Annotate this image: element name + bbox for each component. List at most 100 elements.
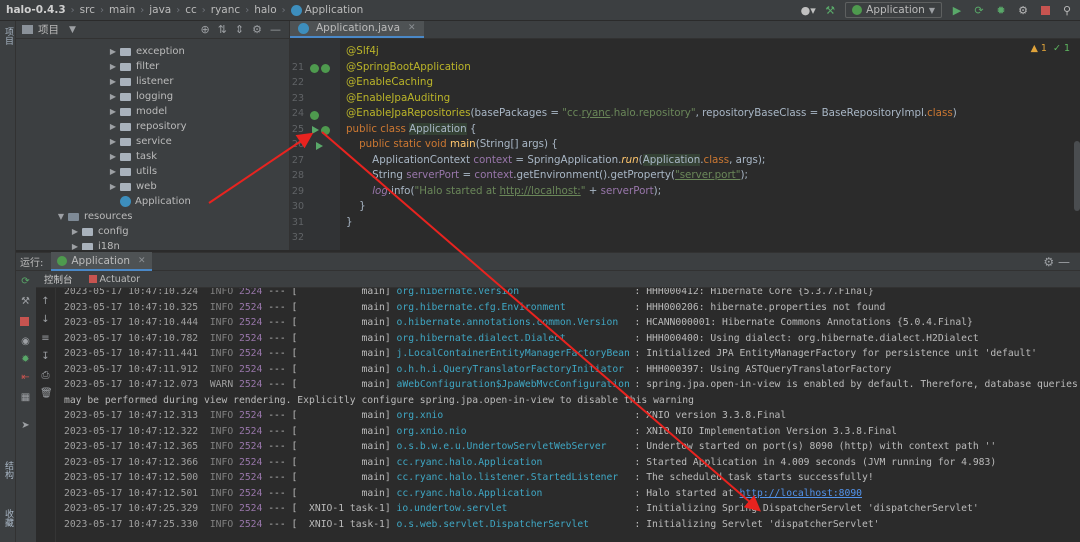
code-line: public class Application {	[346, 122, 477, 135]
scroll-to-end-icon[interactable]: ↧	[40, 351, 51, 362]
log-separator: ---	[268, 518, 286, 530]
log-level: INFO	[209, 487, 234, 499]
run-tab-application[interactable]: Application ✕	[51, 252, 152, 271]
tree-item[interactable]: ▶ listener	[16, 74, 174, 89]
camera-icon[interactable]: ◉	[20, 337, 31, 347]
chevron-right-icon[interactable]: ▶	[108, 122, 118, 131]
chevron-down-icon[interactable]: ▼	[69, 25, 76, 35]
breadcrumb-item[interactable]: ryanc	[211, 4, 240, 16]
run-icon[interactable]: ▶	[950, 3, 964, 17]
gear-icon[interactable]: ⚙ —	[1043, 255, 1070, 269]
close-icon[interactable]: ✕	[408, 23, 416, 33]
minimize-icon[interactable]: —	[270, 23, 281, 36]
search-icon[interactable]: ⚲	[1060, 3, 1074, 17]
inspection-widget[interactable]: ▲ 1 ✓ 1	[1031, 43, 1070, 54]
chevron-right-icon[interactable]: ▶	[108, 167, 118, 176]
arrow-up-icon[interactable]: ↑	[40, 296, 51, 307]
editor-scrollbar[interactable]	[1074, 141, 1080, 211]
console-line: 2023-05-17 10:47:12.366 INFO 2524 --- [ …	[64, 457, 996, 473]
chevron-right-icon[interactable]: ▶	[108, 77, 118, 86]
tree-item[interactable]: ▶ task	[16, 149, 157, 164]
arrow-down-icon[interactable]: ↓	[40, 314, 51, 325]
run-gutter-icon[interactable]	[312, 126, 319, 134]
rerun-icon[interactable]: ⟳	[972, 3, 986, 17]
chevron-right-icon[interactable]: ▶	[70, 242, 80, 250]
tab-application-java[interactable]: Application.java ✕	[290, 21, 424, 38]
log-thread: [ main]	[291, 472, 391, 483]
print-icon[interactable]: ⎙	[40, 370, 51, 381]
breadcrumb-item[interactable]: halo-0.4.3	[6, 4, 66, 16]
gear-icon[interactable]: ⚙	[252, 23, 262, 36]
console-output[interactable]: 2023-05-17 10:47:10.324 INFO 2524 --- [ …	[56, 288, 1080, 542]
breadcrumb-item[interactable]: cc	[185, 4, 197, 16]
tree-item[interactable]: ▶ utils	[16, 164, 157, 179]
run-configuration-select[interactable]: Application ▼	[845, 2, 942, 18]
tree-item[interactable]: ▶ config	[16, 224, 129, 239]
spring-bean-icon[interactable]	[321, 126, 330, 135]
line-number: 27	[291, 154, 304, 166]
breadcrumb-item[interactable]: halo	[254, 4, 276, 16]
tree-item[interactable]: ▶ service	[16, 134, 172, 149]
breadcrumb-item[interactable]: src	[80, 4, 95, 16]
chevron-right-icon[interactable]: ▶	[108, 152, 118, 161]
tree-item[interactable]: ▼ resources	[16, 209, 133, 224]
exit-icon[interactable]: ⇤	[20, 373, 31, 383]
tree-item[interactable]: ▶ web	[16, 179, 157, 194]
log-message: : HHH000412: Hibernate Core {5.3.7.Final…	[634, 288, 874, 297]
chevron-right-icon[interactable]: ▶	[108, 62, 118, 71]
tree-item[interactable]: ▶ repository	[16, 119, 187, 134]
project-panel-title[interactable]: 项目	[38, 22, 59, 37]
run-gutter-icon[interactable]	[316, 142, 323, 150]
chevron-right-icon[interactable]: ▶	[70, 227, 80, 236]
stop-icon[interactable]	[20, 317, 31, 327]
structure-tool-tab[interactable]: 结构	[1, 461, 15, 479]
build-hammer-icon[interactable]: ⚒	[823, 3, 837, 17]
stop-icon[interactable]	[1038, 3, 1052, 17]
coverage-icon[interactable]: ⚙	[1016, 3, 1030, 17]
spring-bean-icon[interactable]	[310, 111, 319, 120]
collapse-icon[interactable]: ⇅	[218, 23, 227, 36]
chevron-down-icon[interactable]: ▼	[56, 212, 66, 221]
code-line: @SpringBootApplication	[346, 60, 471, 73]
pin-icon[interactable]: ➤	[20, 421, 31, 431]
layout-icon[interactable]: ▦	[20, 393, 31, 403]
log-separator: ---	[268, 317, 286, 328]
tree-item[interactable]: ▶ i18n	[16, 239, 120, 250]
log-pid: 2524	[239, 441, 263, 452]
tree-item[interactable]: ▶ exception	[16, 44, 185, 59]
soft-wrap-icon[interactable]: ≡	[40, 333, 51, 344]
wrench-icon[interactable]: ⚒	[20, 297, 31, 307]
folder-icon	[120, 77, 131, 86]
chevron-right-icon[interactable]: ▶	[108, 182, 118, 191]
debug-icon[interactable]: ✹	[20, 355, 31, 365]
expand-icon[interactable]: ⇕	[235, 23, 244, 36]
chevron-right-icon[interactable]: ▶	[108, 107, 118, 116]
breadcrumb-item[interactable]: Application	[305, 4, 364, 16]
code-line: String serverPort = context.getEnvironme…	[346, 169, 748, 181]
tab-console[interactable]: 控制台	[44, 272, 73, 286]
chevron-right-icon[interactable]: ▶	[108, 137, 118, 146]
tree-item[interactable]: ▶ logging	[16, 89, 173, 104]
close-icon[interactable]: ✕	[138, 256, 146, 266]
console-line: 2023-05-17 10:47:25.330 INFO 2524 --- [ …	[64, 519, 880, 535]
tab-actuator[interactable]: Actuator	[88, 274, 140, 285]
chevron-right-icon[interactable]: ▶	[108, 92, 118, 101]
spring-bean-icon[interactable]	[310, 64, 319, 73]
log-logger: cc.ryanc.halo.Application	[396, 487, 543, 499]
chevron-right-icon[interactable]: ▶	[108, 47, 118, 56]
tree-item[interactable]: Application	[16, 194, 191, 209]
debug-icon[interactable]: ✹	[994, 3, 1008, 17]
favorites-tool-tab[interactable]: 收藏	[1, 509, 15, 527]
user-icon[interactable]: ●▾	[801, 3, 816, 17]
log-url-link[interactable]: http://localhost:8090	[740, 488, 862, 499]
tree-item[interactable]: ▶ model	[16, 104, 167, 119]
breadcrumb-item[interactable]: main	[109, 4, 135, 16]
rerun-icon[interactable]: ⟳	[20, 277, 31, 287]
locate-icon[interactable]: ⊕	[200, 23, 209, 36]
tree-item[interactable]: ▶ filter	[16, 59, 159, 74]
project-tool-tab[interactable]: 项目	[1, 27, 15, 45]
spring-bean-icon[interactable]	[321, 64, 330, 73]
breadcrumb-item[interactable]: java	[149, 4, 171, 16]
trash-icon[interactable]: 🗑	[40, 388, 53, 399]
log-level: INFO	[209, 317, 234, 328]
